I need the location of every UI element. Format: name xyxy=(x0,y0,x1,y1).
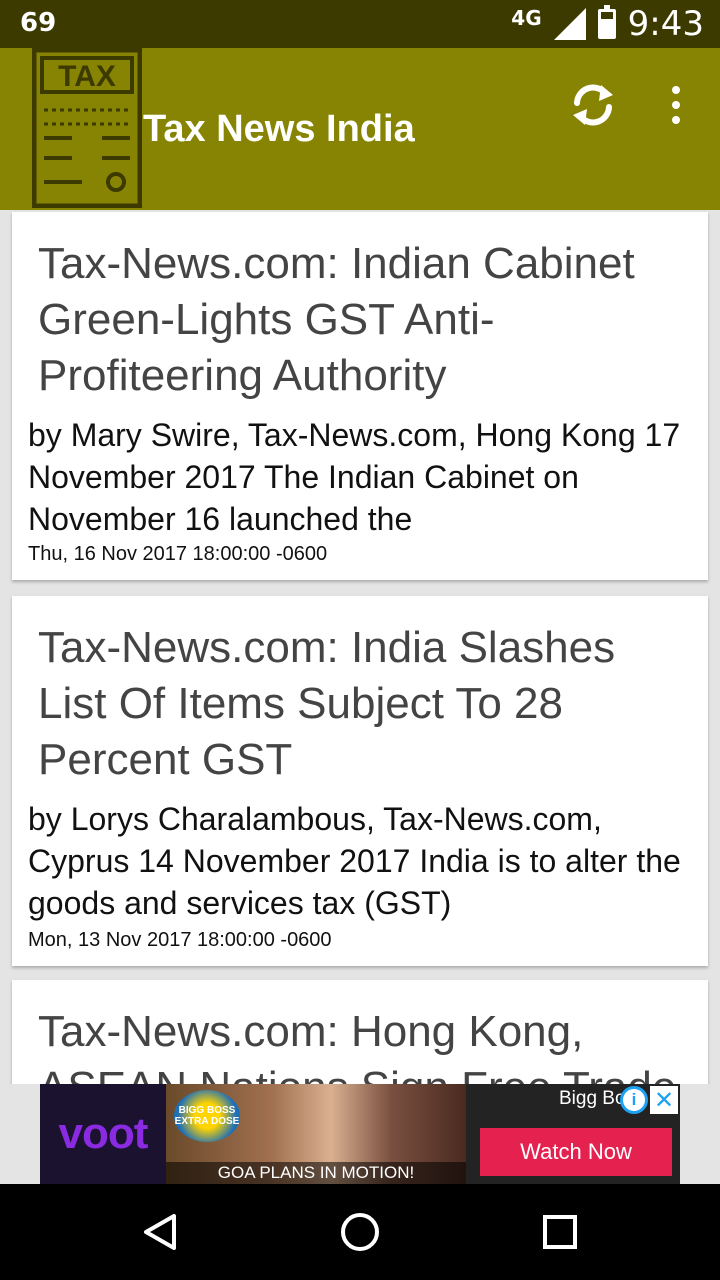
news-date: Thu, 16 Nov 2017 18:00:00 -0600 xyxy=(28,543,328,565)
status-bar: 69 4G 9:43 xyxy=(0,0,720,48)
refresh-icon xyxy=(573,84,613,126)
news-title: Tax-News.com: India Slashes List Of Item… xyxy=(38,623,616,784)
refresh-button[interactable] xyxy=(566,78,620,132)
news-feed[interactable]: Tax-News.com: Indian Cabinet Green-Light… xyxy=(0,210,720,1084)
news-title: Tax-News.com: Indian Cabinet Green-Light… xyxy=(38,239,635,400)
news-description: by Mary Swire, Tax-News.com, Hong Kong 1… xyxy=(28,417,681,537)
news-description: by Lorys Charalambous, Tax-News.com, Cyp… xyxy=(28,801,681,921)
tax-logo-text: TAX xyxy=(58,60,116,93)
recents-button[interactable] xyxy=(530,1202,590,1262)
ad-info-icon[interactable]: i xyxy=(620,1086,648,1114)
signal-icon xyxy=(553,8,586,40)
home-icon xyxy=(341,1213,379,1251)
overflow-menu-button[interactable] xyxy=(660,80,692,130)
app-bar: TAX Tax News India xyxy=(0,48,720,210)
navigation-bar xyxy=(0,1184,720,1280)
network-type: 4G xyxy=(511,6,542,30)
notification-count: 69 xyxy=(20,8,57,38)
bigg-boss-logo: BIGG BOSS EXTRA DOSE xyxy=(174,1090,240,1142)
clock: 9:43 xyxy=(627,4,704,44)
news-title: Tax-News.com: Hong Kong, ASEAN Nations S… xyxy=(38,1007,676,1084)
ad-advertiser: Bigg Bo xyxy=(559,1088,626,1109)
ad-caption: GOA PLANS IN MOTION! xyxy=(166,1162,466,1184)
back-button[interactable] xyxy=(130,1202,190,1262)
ad-image[interactable]: BIGG BOSS EXTRA DOSE GOA PLANS IN MOTION… xyxy=(166,1084,466,1184)
status-icons: 4G 9:43 xyxy=(511,0,704,48)
home-button[interactable] xyxy=(330,1202,390,1262)
news-date: Mon, 13 Nov 2017 18:00:00 -0600 xyxy=(28,929,332,951)
tax-logo-icon: TAX xyxy=(32,48,142,208)
voot-logo: voot xyxy=(40,1084,166,1184)
back-icon xyxy=(144,1214,176,1250)
ad-banner[interactable]: voot BIGG BOSS EXTRA DOSE GOA PLANS IN M… xyxy=(40,1084,680,1184)
recents-icon xyxy=(543,1215,577,1249)
ad-panel: Bigg Bo i ✕ Watch Now xyxy=(466,1084,680,1184)
ad-close-icon[interactable]: ✕ xyxy=(650,1086,678,1114)
news-card[interactable]: Tax-News.com: India Slashes List Of Item… xyxy=(12,596,708,966)
more-vert-icon xyxy=(672,86,680,94)
watch-now-button[interactable]: Watch Now xyxy=(480,1128,672,1176)
news-card[interactable]: Tax-News.com: Indian Cabinet Green-Light… xyxy=(12,212,708,580)
app-title: Tax News India xyxy=(143,108,415,150)
battery-icon xyxy=(597,5,616,39)
news-card[interactable]: Tax-News.com: Hong Kong, ASEAN Nations S… xyxy=(12,980,708,1084)
